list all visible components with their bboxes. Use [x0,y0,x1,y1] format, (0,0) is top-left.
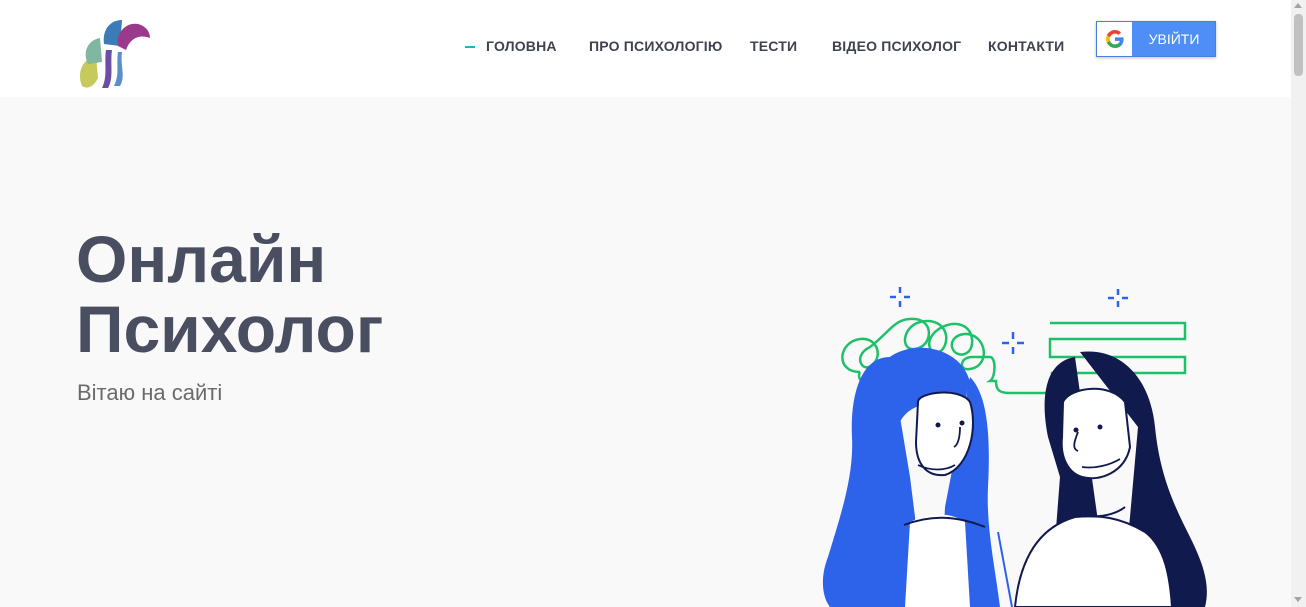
hero-subtitle: Вітаю на сайті [77,380,223,405]
hero-title-line1: Онлайн [76,222,327,296]
scroll-thumb[interactable] [1294,14,1303,76]
woman-left-figure [822,347,1013,607]
nav-item-contacts[interactable]: КОНТАКТИ [988,38,1064,54]
active-indicator [465,46,475,48]
google-icon-container [1097,22,1132,56]
scroll-up-arrow-icon[interactable] [1294,3,1302,8]
login-label: УВІЙТИ [1148,31,1200,47]
nav-item-about-psychology[interactable]: ПРО ПСИХОЛОГІЮ [589,38,723,54]
hero-title-line2: Психолог [76,292,384,366]
page-scrollbar[interactable] [1291,0,1306,607]
nav-item-tests[interactable]: ТЕСТИ [750,38,797,54]
nav-item-home[interactable]: ГОЛОВНА [486,38,557,54]
hero-section: Онлайн Психолог Вітаю на сайті [0,97,1291,607]
woman-right-figure [1013,351,1207,607]
scroll-down-arrow-icon[interactable] [1294,597,1302,602]
site-header: ГОЛОВНА ПРО ПСИХОЛОГІЮ ТЕСТИ ВІДЕО ПСИХО… [0,0,1291,97]
nav-item-video-psychologist[interactable]: ВІДЕО ПСИХОЛОГ [832,38,961,54]
google-icon [1105,30,1124,48]
google-login-button[interactable]: УВІЙТИ [1096,21,1216,57]
two-women-illustration [822,287,1207,607]
hero-title: Онлайн Психолог [76,224,383,364]
